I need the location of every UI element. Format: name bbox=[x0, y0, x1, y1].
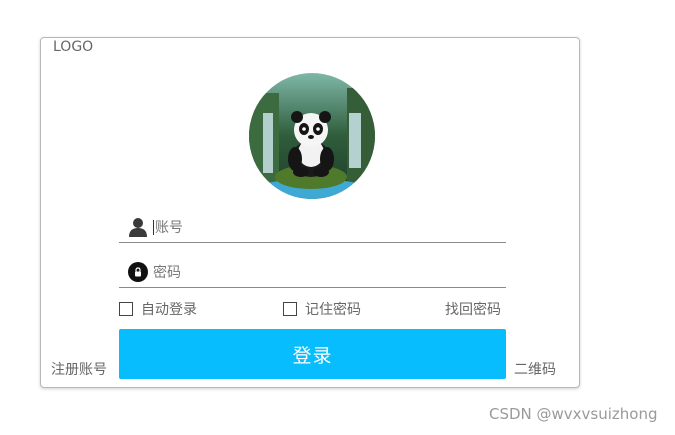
password-field[interactable]: 密码 bbox=[119, 257, 506, 288]
login-button[interactable]: 登录 bbox=[119, 329, 506, 379]
register-link[interactable]: 注册账号 bbox=[51, 359, 107, 379]
auto-login-option[interactable]: 自动登录 bbox=[119, 299, 197, 319]
password-input[interactable]: 密码 bbox=[153, 262, 181, 282]
remember-password-checkbox[interactable] bbox=[283, 302, 297, 316]
panda-avatar-icon bbox=[249, 73, 375, 199]
account-input[interactable]: 账号 bbox=[155, 217, 183, 237]
account-field[interactable]: 账号 bbox=[119, 212, 506, 243]
remember-password-option[interactable]: 记住密码 bbox=[283, 299, 361, 319]
user-icon bbox=[127, 216, 149, 238]
logo: LOGO bbox=[51, 39, 96, 55]
forgot-password-link[interactable]: 找回密码 bbox=[445, 299, 501, 319]
avatar bbox=[249, 73, 375, 199]
lock-icon bbox=[127, 261, 149, 283]
auto-login-checkbox[interactable] bbox=[119, 302, 133, 316]
remember-password-label: 记住密码 bbox=[305, 302, 361, 318]
watermark: CSDN @wvxvsuizhong bbox=[489, 405, 658, 423]
auto-login-label: 自动登录 bbox=[141, 302, 197, 318]
qrcode-link[interactable]: 二维码 bbox=[514, 359, 556, 379]
text-caret bbox=[153, 219, 154, 235]
